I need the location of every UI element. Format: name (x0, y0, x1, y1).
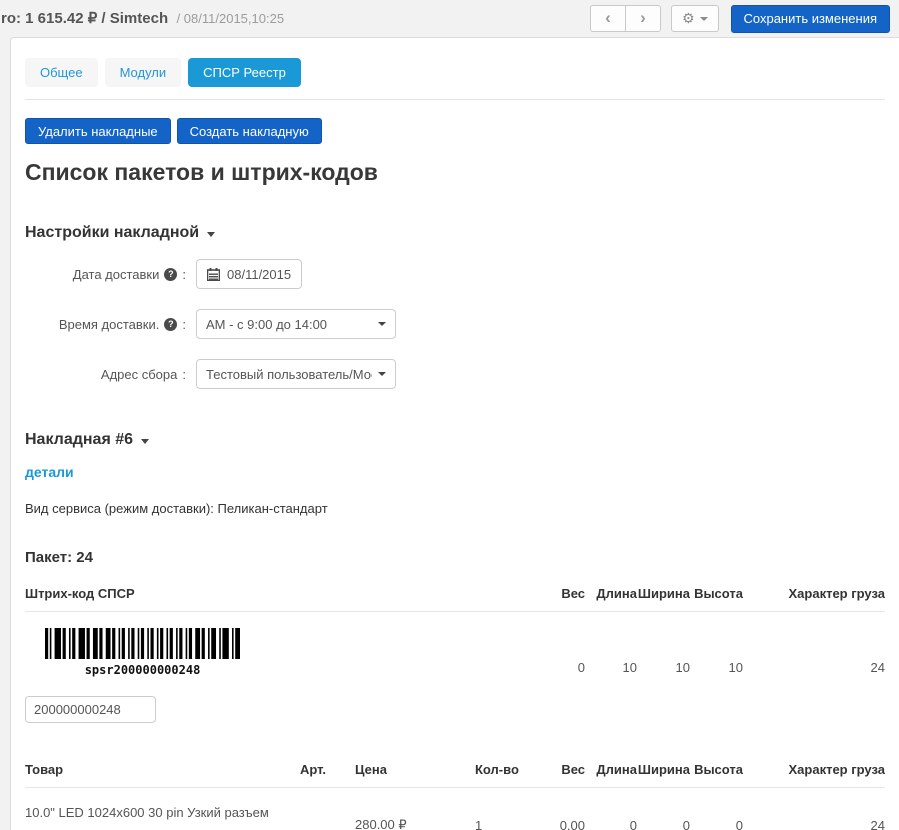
delivery-date-label-text: Дата доставки (73, 267, 160, 282)
caret-down-icon (141, 439, 149, 444)
col-height: Высота (690, 753, 743, 788)
product-art (300, 788, 355, 830)
barcode-row: spsr200000000248 0 10 10 10 24 (25, 612, 885, 724)
gear-icon: ⚙ (682, 12, 695, 26)
barcode-svg (45, 647, 240, 662)
chevron-right-icon: › (640, 9, 646, 26)
delete-invoices-button[interactable]: Удалить накладные (25, 118, 171, 144)
label-colon: : (182, 267, 186, 282)
barcode-weight: 0 (540, 612, 585, 724)
tab-addons[interactable]: Модули (105, 58, 182, 87)
delivery-date-input[interactable]: 08/11/2015 (196, 259, 302, 289)
invoice-6-toggle[interactable]: Накладная #6 (25, 431, 149, 449)
invoice-actions: Удалить накладные Создать накладную (25, 118, 885, 144)
product-weight: 0.00 (545, 788, 585, 830)
barcode-table-header: Штрих-код СПСР Вес Длина Ширина Высота Х… (25, 577, 885, 612)
chevron-down-icon (378, 322, 386, 326)
col-width: Ширина (637, 753, 690, 788)
barcode-input[interactable] (25, 696, 156, 723)
col-barcode: Штрих-код СПСР (25, 577, 540, 612)
col-length: Длина (585, 577, 637, 612)
order-total-text: ro: 1 615.42 ₽ / Simtech (1, 10, 168, 27)
invoice-settings-title: Настройки накладной (25, 224, 199, 242)
invoice-details-link[interactable]: детали (25, 464, 74, 480)
content-panel: Общее Модули СПСР Реестр Удалить накладн… (10, 37, 899, 830)
caret-down-icon (207, 232, 215, 237)
delivery-date-label: Дата доставки ? : (25, 267, 186, 282)
chevron-left-icon: ‹ (605, 9, 611, 26)
barcode-image (45, 628, 240, 662)
tab-spsr-registry[interactable]: СПСР Реестр (188, 58, 301, 87)
products-table: Товар Арт. Цена Кол-во Вес Длина Ширина … (25, 753, 885, 830)
pickup-address-label: Адрес сбора: (25, 367, 186, 382)
col-height: Высота (690, 577, 743, 612)
order-date-text: / 08/11/2015,10:25 (177, 11, 284, 26)
product-row: 10.0" LED 1024x600 30 pin Узкий разъем H… (25, 788, 885, 830)
package-title: Пакет: 24 (25, 549, 885, 566)
delivery-time-select[interactable]: AM - с 9:00 до 14:00 (196, 309, 396, 339)
barcode-length: 10 (585, 612, 637, 724)
col-price: Цена (355, 753, 475, 788)
topbar: ro: 1 615.42 ₽ / Simtech / 08/11/2015,10… (0, 0, 899, 37)
product-width: 0 (637, 788, 690, 830)
pickup-address-label-text: Адрес сбора (101, 367, 177, 382)
product-length: 0 (585, 788, 637, 830)
product-height: 0 (690, 788, 743, 830)
tabs-divider (25, 99, 885, 100)
col-art: Арт. (300, 753, 355, 788)
create-invoice-button[interactable]: Создать накладную (177, 118, 322, 144)
product-name: 10.0" LED 1024x600 30 pin Узкий разъем H… (25, 788, 300, 830)
label-colon: : (182, 367, 186, 382)
delivery-time-label-text: Время доставки. (59, 317, 160, 332)
barcode-table: Штрих-код СПСР Вес Длина Ширина Высота Х… (25, 577, 885, 723)
label-colon: : (182, 317, 186, 332)
col-product: Товар (25, 753, 300, 788)
delivery-time-label: Время доставки. ? : (25, 317, 186, 332)
product-price: 280.00 ₽ (355, 788, 475, 830)
invoice-6-title: Накладная #6 (25, 431, 133, 449)
pickup-address-select[interactable]: Тестовый пользователь/Моск (196, 359, 396, 389)
col-weight: Вес (540, 577, 585, 612)
chevron-down-icon (700, 17, 708, 21)
service-mode-text: Вид сервиса (режим доставки): Пеликан-ст… (25, 501, 885, 516)
tab-general[interactable]: Общее (25, 58, 98, 87)
invoice-settings-toggle[interactable]: Настройки накладной (25, 224, 215, 242)
col-length: Длина (585, 753, 637, 788)
delivery-time-value: AM - с 9:00 до 14:00 (206, 317, 372, 332)
product-cargo: 24 (743, 788, 885, 830)
delivery-date-row: Дата доставки ? : 08/11/2015 (25, 259, 885, 289)
product-qty: 1 (475, 788, 545, 830)
pickup-address-row: Адрес сбора: Тестовый пользователь/Моск (25, 359, 885, 389)
order-admin-screen: ro: 1 615.42 ₽ / Simtech / 08/11/2015,10… (0, 0, 899, 830)
barcode-label: spsr200000000248 (45, 663, 240, 677)
chevron-down-icon (378, 372, 386, 376)
col-cargo: Характер груза (743, 577, 885, 612)
col-weight: Вес (545, 753, 585, 788)
col-cargo: Характер груза (743, 753, 885, 788)
col-qty: Кол-во (475, 753, 545, 788)
delivery-date-value: 08/11/2015 (227, 267, 291, 282)
order-nav-group: ‹ › (590, 5, 661, 32)
page-title: Список пакетов и штрих-кодов (25, 159, 885, 186)
help-icon[interactable]: ? (164, 268, 177, 281)
save-changes-button[interactable]: Сохранить изменения (731, 5, 891, 33)
barcode-cargo: 24 (743, 612, 885, 724)
products-table-header: Товар Арт. Цена Кол-во Вес Длина Ширина … (25, 753, 885, 788)
prev-order-button[interactable]: ‹ (590, 5, 626, 32)
next-order-button[interactable]: › (625, 5, 661, 32)
barcode-height: 10 (690, 612, 743, 724)
col-width: Ширина (637, 577, 690, 612)
order-title: ro: 1 615.42 ₽ / Simtech / 08/11/2015,10… (1, 9, 284, 28)
calendar-icon (207, 268, 220, 281)
help-icon[interactable]: ? (164, 318, 177, 331)
delivery-time-row: Время доставки. ? : AM - с 9:00 до 14:00 (25, 309, 885, 339)
tab-bar: Общее Модули СПСР Реестр (25, 38, 885, 87)
gear-menu-button[interactable]: ⚙ (671, 5, 719, 32)
barcode-width: 10 (637, 612, 690, 724)
pickup-address-value: Тестовый пользователь/Моск (206, 367, 372, 382)
topbar-controls: ‹ › ⚙ Сохранить изменения (590, 5, 890, 33)
